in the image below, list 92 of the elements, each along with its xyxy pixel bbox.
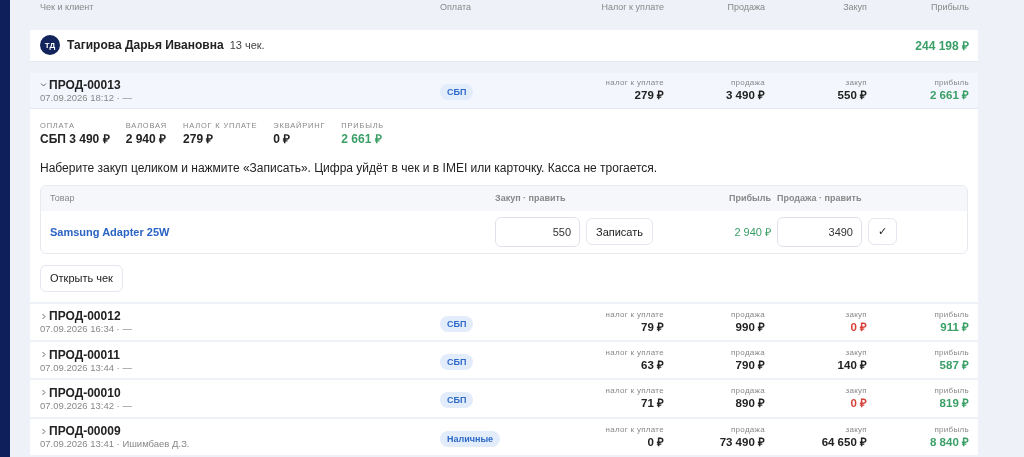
payment-badge: СБП — [440, 315, 474, 332]
tax-value: 0 ₽ — [647, 434, 664, 449]
confirm-button[interactable]: ✓ — [868, 218, 897, 246]
metric-value: 2 940 ₽ — [125, 130, 167, 147]
chevron-icon[interactable] — [40, 312, 47, 320]
payment-badge: СБП — [440, 84, 474, 101]
chevron-icon[interactable] — [40, 389, 47, 397]
tax-value: 71 ₽ — [641, 396, 664, 411]
receipt-meta: 07.09.2026 13:44 · — — [40, 361, 133, 373]
column-header: Прибыль — [929, 1, 969, 12]
value-label: прибыль — [934, 386, 969, 396]
chevron-icon[interactable] — [40, 351, 47, 359]
cost-value: 140 ₽ — [837, 358, 867, 373]
payment-badge: СБП — [440, 392, 474, 409]
value-label: закуп — [845, 348, 867, 358]
receipt-meta: 07.09.2026 16:34 · — — [40, 323, 133, 335]
receipt-count: 13 чек. — [229, 39, 265, 52]
chevron-icon[interactable] — [40, 81, 47, 89]
receipt-row[interactable]: ПРОД-00010 07.09.2026 13:42 · — СБП налог к уплате 71 ₽ продажа 890 ₽ закуп 0 ₽ прибыль 819 ₽ — [30, 380, 978, 419]
column-header: Товар — [49, 193, 76, 204]
value-label: продажа — [730, 78, 765, 88]
column-header: Чек и клиент — [40, 1, 95, 12]
receipt-row[interactable]: ПРОД-00011 07.09.2026 13:44 · — СБП налог к уплате 63 ₽ продажа 790 ₽ закуп 140 ₽ прибыль 587 ₽ — [30, 341, 978, 381]
avatar: ТД — [40, 35, 60, 56]
column-header: Закуп · править — [495, 193, 567, 204]
client-profit: 244 198 ₽ — [915, 37, 969, 54]
profit-value: 8 840 ₽ — [930, 434, 969, 449]
cost-value: 550 ₽ — [837, 88, 867, 103]
value-label: закуп — [845, 386, 867, 396]
receipt-meta: 07.09.2026 13:41 · Ишимбаев Д.З. — [40, 438, 191, 450]
column-header: Оплата — [440, 1, 472, 12]
save-button[interactable]: Записать — [586, 218, 653, 246]
profit-value: 819 ₽ — [939, 396, 969, 411]
receipt-number: ПРОД-00009 — [49, 424, 121, 439]
value-label: закуп — [845, 78, 867, 88]
receipt-row[interactable]: ПРОД-00009 07.09.2026 13:41 · Ишимбаев Д.З. Наличные налог к уплате 0 ₽ продажа 73 490 ₽ закуп 64 650 ₽ прибыль 8 840 ₽ — [30, 418, 978, 457]
receipt-number: ПРОД-00013 — [49, 77, 121, 92]
receipt-row[interactable]: ПРОД-00012 07.09.2026 16:34 · — СБП налог к уплате 79 ₽ продажа 990 ₽ закуп 0 ₽ прибыль 911 ₽ — [30, 303, 978, 342]
receipt-number: ПРОД-00011 — [49, 347, 120, 362]
receipt-meta: 07.09.2026 18:12 · — — [40, 91, 133, 103]
client-name: Тагирова Дарья Ивановна — [67, 38, 224, 53]
profit-value: 911 ₽ — [940, 319, 969, 334]
sale-input[interactable]: 3490 — [777, 216, 862, 247]
sale-value: 790 ₽ — [735, 358, 765, 373]
receipt-number: ПРОД-00010 — [49, 385, 121, 400]
value-label: налог к уплате — [605, 386, 664, 396]
column-header: Налог к уплате — [600, 1, 664, 12]
value-label: закуп — [845, 424, 867, 434]
column-header: Продажа — [726, 1, 765, 12]
client-row[interactable]: ТД Тагирова Дарья Ивановна 13 чек. 244 198 ₽ — [30, 29, 978, 63]
value-label: налог к уплате — [605, 78, 664, 88]
value-label: прибыль — [934, 424, 969, 434]
value-label: прибыль — [934, 309, 969, 319]
cost-value: 0 ₽ — [850, 319, 867, 334]
sale-value: 990 ₽ — [735, 319, 765, 334]
column-header: Прибыль — [728, 193, 772, 204]
metric-value: 279 ₽ — [183, 130, 215, 147]
metric-value: СБП 3 490 ₽ — [40, 130, 110, 147]
sale-value: 3 490 ₽ — [726, 88, 765, 103]
cost-value: 0 ₽ — [850, 396, 867, 411]
profit-value: 587 ₽ — [939, 358, 969, 373]
sale-value: 890 ₽ — [735, 396, 765, 411]
cost-value: 64 650 ₽ — [821, 434, 867, 449]
profit-value: 2 661 ₽ — [930, 88, 969, 103]
metric-value: 2 661 ₽ — [341, 130, 383, 147]
receipt-meta: 07.09.2026 13:42 · — — [40, 399, 133, 411]
column-header: Закуп — [842, 1, 867, 12]
value-label: продажа — [730, 348, 765, 358]
value-label: продажа — [730, 386, 765, 396]
value-label: налог к уплате — [605, 309, 664, 319]
value-label: продажа — [730, 309, 765, 319]
cost-input[interactable]: 550 — [495, 216, 580, 247]
payment-badge: Наличные — [440, 430, 501, 447]
value-label: прибыль — [934, 78, 969, 88]
receipt-number: ПРОД-00012 — [49, 309, 121, 324]
open-receipt-button[interactable]: Открыть чек — [40, 264, 123, 292]
value-label: налог к уплате — [605, 424, 664, 434]
metric-value: 0 ₽ — [273, 130, 292, 147]
hint-text: Наберите закуп целиком и нажмите «Записать». Цифра уйдёт в чек и в IMEI или карточку. Касса не трогается. — [40, 160, 658, 175]
product-link[interactable]: Samsung Adapter 25W — [41, 225, 495, 238]
tax-value: 279 ₽ — [634, 88, 664, 103]
profit-value: 2 940 ₽ — [733, 225, 772, 240]
value-label: закуп — [845, 309, 867, 319]
tax-value: 79 ₽ — [641, 319, 664, 334]
value-label: прибыль — [934, 348, 969, 358]
value-label: продажа — [730, 424, 765, 434]
payment-badge: СБП — [440, 354, 474, 371]
tax-value: 63 ₽ — [641, 358, 664, 373]
column-header: Продажа · править — [777, 193, 863, 204]
sale-value: 73 490 ₽ — [719, 434, 765, 449]
value-label: налог к уплате — [605, 348, 664, 358]
chevron-icon[interactable] — [40, 427, 47, 435]
